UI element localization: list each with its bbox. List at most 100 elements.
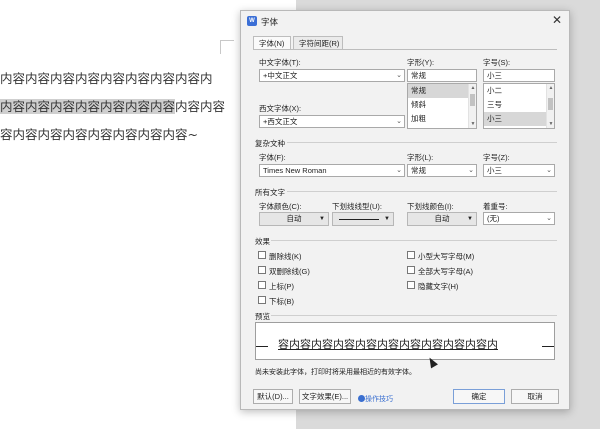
- western-font-value: +西文正文: [263, 117, 298, 126]
- tab-font[interactable]: 字体(N): [253, 36, 291, 50]
- superscript-label: 上标(P): [269, 282, 294, 291]
- double-strikethrough-checkbox[interactable]: [258, 266, 266, 274]
- effects-group-title: 效果: [255, 237, 270, 246]
- chevron-down-icon: ⌄: [546, 215, 552, 222]
- emphasis-select[interactable]: (无) ⌄: [483, 212, 555, 225]
- chinese-font-value: +中文正文: [263, 71, 298, 80]
- subscript-checkbox[interactable]: [258, 296, 266, 304]
- complex-font-label: 字体(F):: [259, 153, 286, 162]
- scroll-thumb[interactable]: [548, 98, 553, 110]
- font-color-value: 自动: [286, 214, 302, 223]
- style-option-italic[interactable]: 倾斜: [408, 98, 476, 112]
- underline-color-select[interactable]: 自动 ▼: [407, 212, 477, 226]
- dialog-titlebar[interactable]: W 字体 ✕: [241, 11, 569, 31]
- chevron-down-icon: ⌄: [396, 167, 402, 174]
- size-label: 字号(S):: [483, 58, 511, 67]
- divider: [287, 191, 557, 192]
- chevron-down-icon: ⌄: [396, 72, 402, 79]
- divider: [271, 315, 557, 316]
- all-caps-label: 全部大写字母(A): [418, 267, 473, 276]
- chevron-down-icon: ⌄: [546, 167, 552, 174]
- app-icon: W: [247, 16, 257, 26]
- scroll-down-icon[interactable]: ▼: [469, 120, 476, 128]
- ok-button[interactable]: 确定: [453, 389, 505, 404]
- small-caps-label: 小型大写字母(M): [418, 252, 475, 261]
- divider: [271, 240, 557, 241]
- strikethrough-label: 删除线(K): [269, 252, 302, 261]
- size-option-2[interactable]: 三号: [484, 98, 554, 112]
- emphasis-label: 着重号:: [483, 202, 508, 211]
- underline-type-select[interactable]: ▼: [332, 212, 394, 226]
- size-option-3[interactable]: 小三: [484, 112, 554, 126]
- document-line-3[interactable]: 容内容内容内容内容内容内容内容~: [0, 124, 198, 143]
- document-line-2-rest: 内容内容: [175, 99, 226, 114]
- size-input[interactable]: 小三: [483, 69, 555, 82]
- preview-sample-text: 容内容内容内容内容内容内容内容内容内容内: [278, 338, 498, 351]
- underline-color-label: 下划线颜色(I):: [407, 202, 454, 211]
- document-line-1[interactable]: 内容内容内容内容内容内容内容内容内: [0, 68, 213, 87]
- style-list-scrollbar[interactable]: ▲ ▼: [468, 84, 476, 128]
- hidden-text-label: 隐藏文字(H): [418, 282, 459, 291]
- dropdown-arrow-icon: ▼: [384, 216, 390, 222]
- chinese-font-label: 中文字体(T):: [259, 58, 301, 67]
- preview-baseline-left: [256, 346, 268, 347]
- underline-style-preview: [339, 219, 379, 220]
- size-option-1[interactable]: 小二: [484, 84, 554, 98]
- western-font-select[interactable]: +西文正文 ⌄: [259, 115, 405, 128]
- complex-style-select[interactable]: 常规 ⌄: [407, 164, 477, 177]
- size-list-scrollbar[interactable]: ▲ ▼: [546, 84, 554, 128]
- preview-group-title: 预览: [255, 312, 270, 321]
- style-list[interactable]: 常规 倾斜 加粗 ▲ ▼: [407, 83, 477, 129]
- complex-size-select[interactable]: 小三 ⌄: [483, 164, 555, 177]
- style-value: 常规: [411, 71, 426, 80]
- font-color-select[interactable]: 自动 ▼: [259, 212, 329, 226]
- underline-color-value: 自动: [434, 214, 450, 223]
- size-value: 小三: [487, 71, 502, 80]
- small-caps-checkbox[interactable]: [407, 251, 415, 259]
- chevron-down-icon: ⌄: [468, 167, 474, 174]
- superscript-checkbox[interactable]: [258, 281, 266, 289]
- tips-icon[interactable]: [358, 395, 365, 402]
- complex-group-title: 复杂文种: [255, 139, 285, 148]
- preview-baseline-right: [542, 346, 554, 347]
- emphasis-value: (无): [487, 214, 500, 223]
- complex-font-select[interactable]: Times New Roman ⌄: [259, 164, 405, 177]
- document-line-2[interactable]: 内容内容内容内容内容内容内容内容内容: [0, 96, 225, 115]
- cancel-button[interactable]: 取消: [511, 389, 559, 404]
- complex-size-label: 字号(Z):: [483, 153, 510, 162]
- chevron-down-icon: ⌄: [396, 118, 402, 125]
- dropdown-arrow-icon: ▼: [467, 216, 473, 222]
- scroll-up-icon[interactable]: ▲: [469, 84, 476, 92]
- style-option-bold[interactable]: 加粗: [408, 112, 476, 126]
- complex-style-value: 常规: [411, 166, 426, 175]
- style-input[interactable]: 常规: [407, 69, 477, 82]
- strikethrough-checkbox[interactable]: [258, 251, 266, 259]
- all-text-group-title: 所有文字: [255, 188, 285, 197]
- complex-style-label: 字形(L):: [407, 153, 434, 162]
- underline-type-label: 下划线线型(U):: [332, 202, 382, 211]
- complex-size-value: 小三: [487, 166, 502, 175]
- font-color-label: 字体颜色(C):: [259, 202, 302, 211]
- western-font-label: 西文字体(X):: [259, 104, 302, 113]
- chinese-font-select[interactable]: +中文正文 ⌄: [259, 69, 405, 82]
- selected-text[interactable]: 内容内容内容内容内容内容内容: [0, 99, 176, 114]
- scroll-thumb[interactable]: [470, 94, 475, 106]
- font-dialog: W 字体 ✕ 字体(N) 字符间距(R) 中文字体(T): +中文正文 ⌄ 字形…: [240, 10, 570, 410]
- tips-link[interactable]: 操作技巧: [365, 394, 393, 404]
- style-label: 字形(Y):: [407, 58, 435, 67]
- divider: [287, 142, 557, 143]
- double-strikethrough-label: 双删除线(G): [269, 267, 310, 276]
- page-corner-mark: [220, 40, 234, 54]
- style-option-regular[interactable]: 常规: [408, 84, 476, 98]
- scroll-up-icon[interactable]: ▲: [547, 84, 554, 92]
- dropdown-arrow-icon: ▼: [319, 216, 325, 222]
- size-list[interactable]: 小二 三号 小三 ▲ ▼: [483, 83, 555, 129]
- scroll-down-icon[interactable]: ▼: [547, 120, 554, 128]
- tab-character-spacing[interactable]: 字符间距(R): [293, 36, 343, 50]
- close-icon[interactable]: ✕: [552, 14, 562, 26]
- all-caps-checkbox[interactable]: [407, 266, 415, 274]
- hidden-text-checkbox[interactable]: [407, 281, 415, 289]
- default-button[interactable]: 默认(D)...: [253, 389, 293, 404]
- text-effects-button[interactable]: 文字效果(E)...: [299, 389, 351, 404]
- preview-box: 容内容内容内容内容内容内容内容内容内容内: [255, 322, 555, 360]
